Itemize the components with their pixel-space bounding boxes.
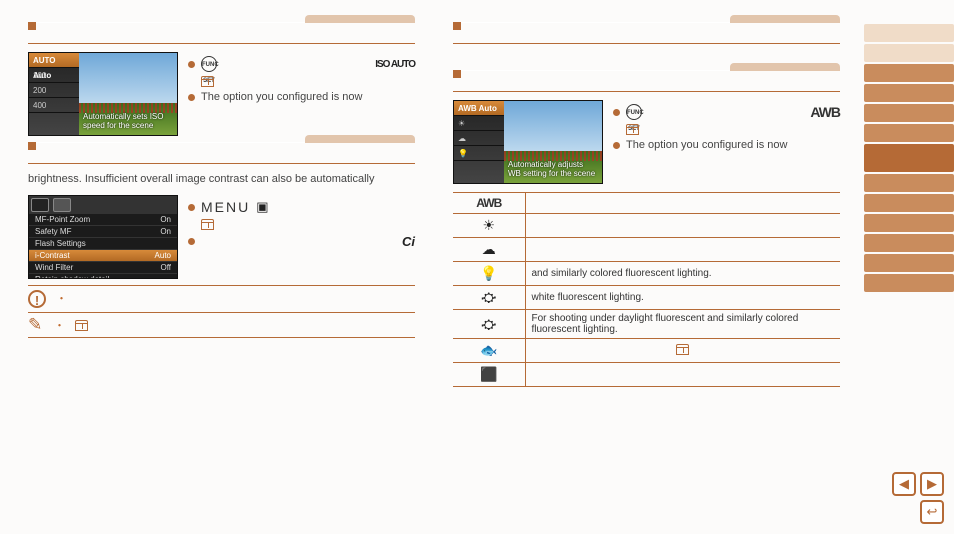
table-row: 🐟 (453, 339, 840, 363)
wb-desc: For shooting under daylight fluorescent … (525, 310, 840, 339)
contrast-row-r: Auto (155, 251, 171, 260)
side-tab[interactable] (864, 44, 954, 62)
book-icon (75, 320, 88, 331)
step-bullet (613, 109, 620, 116)
wb-desc (525, 363, 840, 387)
page-nav: ◀ ▶ ↩ (888, 472, 944, 524)
contrast-description: brightness. Insufficient overall image c… (28, 172, 415, 187)
wb-desc (525, 193, 840, 214)
step-bullet (613, 142, 620, 149)
side-tab[interactable] (864, 64, 954, 82)
awb-screenshot: AWB Auto ☀ ☁ 💡 Automatically adjusts WB … (453, 100, 603, 184)
side-tab[interactable] (864, 254, 954, 272)
iso-auto-icon: ISO AUTO (375, 59, 415, 70)
func-set-icon: FUNC SET (626, 104, 642, 120)
book-icon (676, 344, 689, 355)
wb-awb-icon: AWB (476, 196, 501, 210)
section-header-contrast (28, 142, 415, 164)
contrast-screenshot: MF-Point Zoom On Safety MF On Flash Settin… (28, 195, 178, 279)
table-row: ⛮ white fluorescent lighting. (453, 286, 840, 310)
table-row: AWB (453, 193, 840, 214)
wb-desc (525, 214, 840, 238)
contrast-row-r: On (160, 215, 171, 224)
table-row: ⬛ (453, 363, 840, 387)
pencil-icon (28, 317, 44, 333)
contrast-row-l: Flash Settings (35, 239, 86, 248)
next-page-button[interactable]: ▶ (920, 472, 944, 496)
iso-overlay-2: speed for the scene (83, 121, 153, 130)
wb-custom-icon: ⬛ (480, 366, 497, 382)
wb-fluorescent-icon: ⛮ (481, 289, 496, 305)
prev-page-button[interactable]: ◀ (892, 472, 916, 496)
wb-fluorescent-h-icon: ⛮ (481, 316, 496, 332)
step-bullet (188, 238, 195, 245)
iso-menu-item: 400 (33, 101, 46, 110)
table-row: ☀ (453, 214, 840, 238)
wb-daylight-icon: ☀ (482, 217, 495, 233)
awb-result-text: The option you configured is now (626, 139, 787, 151)
contrast-row: MF-Point Zoom On Safety MF On Flash Settin… (28, 195, 415, 279)
contrast-row-l: Retain shadow detail (35, 275, 109, 279)
camera-icon: ▣ (256, 199, 268, 215)
tip-note: ・ (28, 317, 415, 333)
warning-icon: ! (28, 290, 46, 308)
step-bullet (188, 204, 195, 211)
wb-tungsten-icon: 💡 (480, 265, 497, 281)
section-header-iso (28, 22, 415, 44)
book-icon (626, 124, 639, 135)
side-tab[interactable] (864, 104, 954, 122)
func-set-icon: FUNC SET (201, 56, 217, 72)
back-button[interactable]: ↩ (920, 500, 944, 524)
side-tabs (864, 0, 954, 534)
iso-overlay-1: Automatically sets ISO (83, 112, 163, 121)
side-tab[interactable] (864, 84, 954, 102)
table-row: 💡 and similarly colored fluorescent light… (453, 262, 840, 286)
iso-result-text: The option you configured is now (201, 91, 362, 103)
section-header-awb (453, 70, 840, 92)
contrast-row-l: Safety MF (35, 227, 71, 236)
iso-menu-item: 100 (33, 71, 46, 80)
contrast-row-r: Off (160, 263, 171, 272)
contrast-row-l: i-Contrast (35, 251, 70, 260)
side-tab[interactable] (864, 214, 954, 232)
contrast-row-l: Wind Filter (35, 263, 73, 272)
side-tab[interactable] (864, 24, 954, 42)
iso-screenshot: AUTO Auto 100 200 400 Automatically sets… (28, 52, 178, 136)
contrast-row-l: MF-Point Zoom (35, 215, 90, 224)
menu-label: MENU (201, 199, 250, 215)
wb-underwater-icon: 🐟 (480, 342, 497, 358)
side-tab[interactable] (864, 194, 954, 212)
awb-row: AWB Auto ☀ ☁ 💡 Automatically adjusts WB … (453, 100, 840, 184)
left-column: AUTO Auto 100 200 400 Automatically sets… (0, 0, 425, 534)
awb-overlay-2: WB setting for the scene (508, 169, 595, 178)
warning-note: ! ・ (28, 290, 415, 308)
table-row: ☁ (453, 238, 840, 262)
awb-icon: AWB (810, 104, 840, 120)
step-bullet (188, 61, 195, 68)
awb-overlay-1: Automatically adjusts (508, 160, 583, 169)
white-balance-table: AWB ☀ ☁ 💡 and similarly colored fluoresce… (453, 192, 840, 387)
step-bullet (188, 94, 195, 101)
side-tab[interactable] (864, 124, 954, 142)
wb-desc: and similarly colored fluorescent lighti… (525, 262, 840, 286)
side-tab-active[interactable] (864, 144, 954, 172)
wb-cloudy-icon: ☁ (482, 241, 496, 257)
iso-row: AUTO Auto 100 200 400 Automatically sets… (28, 52, 415, 136)
side-tab[interactable] (864, 274, 954, 292)
wb-desc (525, 238, 840, 262)
iso-menu-item: 200 (33, 86, 46, 95)
contrast-row-r: On (160, 227, 171, 236)
side-tab[interactable] (864, 174, 954, 192)
awb-menu-item: AWB (458, 104, 477, 113)
book-icon (201, 76, 214, 87)
iso-menu-item: AUTO (33, 56, 56, 65)
right-column: AWB Auto ☀ ☁ 💡 Automatically adjusts WB … (425, 0, 850, 534)
table-row: ⛮ For shooting under daylight fluorescent… (453, 310, 840, 339)
book-icon (201, 219, 214, 230)
wb-desc: white fluorescent lighting. (525, 286, 840, 310)
ci-label: Ci (402, 234, 415, 249)
side-tab[interactable] (864, 234, 954, 252)
section-header-wb (453, 22, 840, 44)
